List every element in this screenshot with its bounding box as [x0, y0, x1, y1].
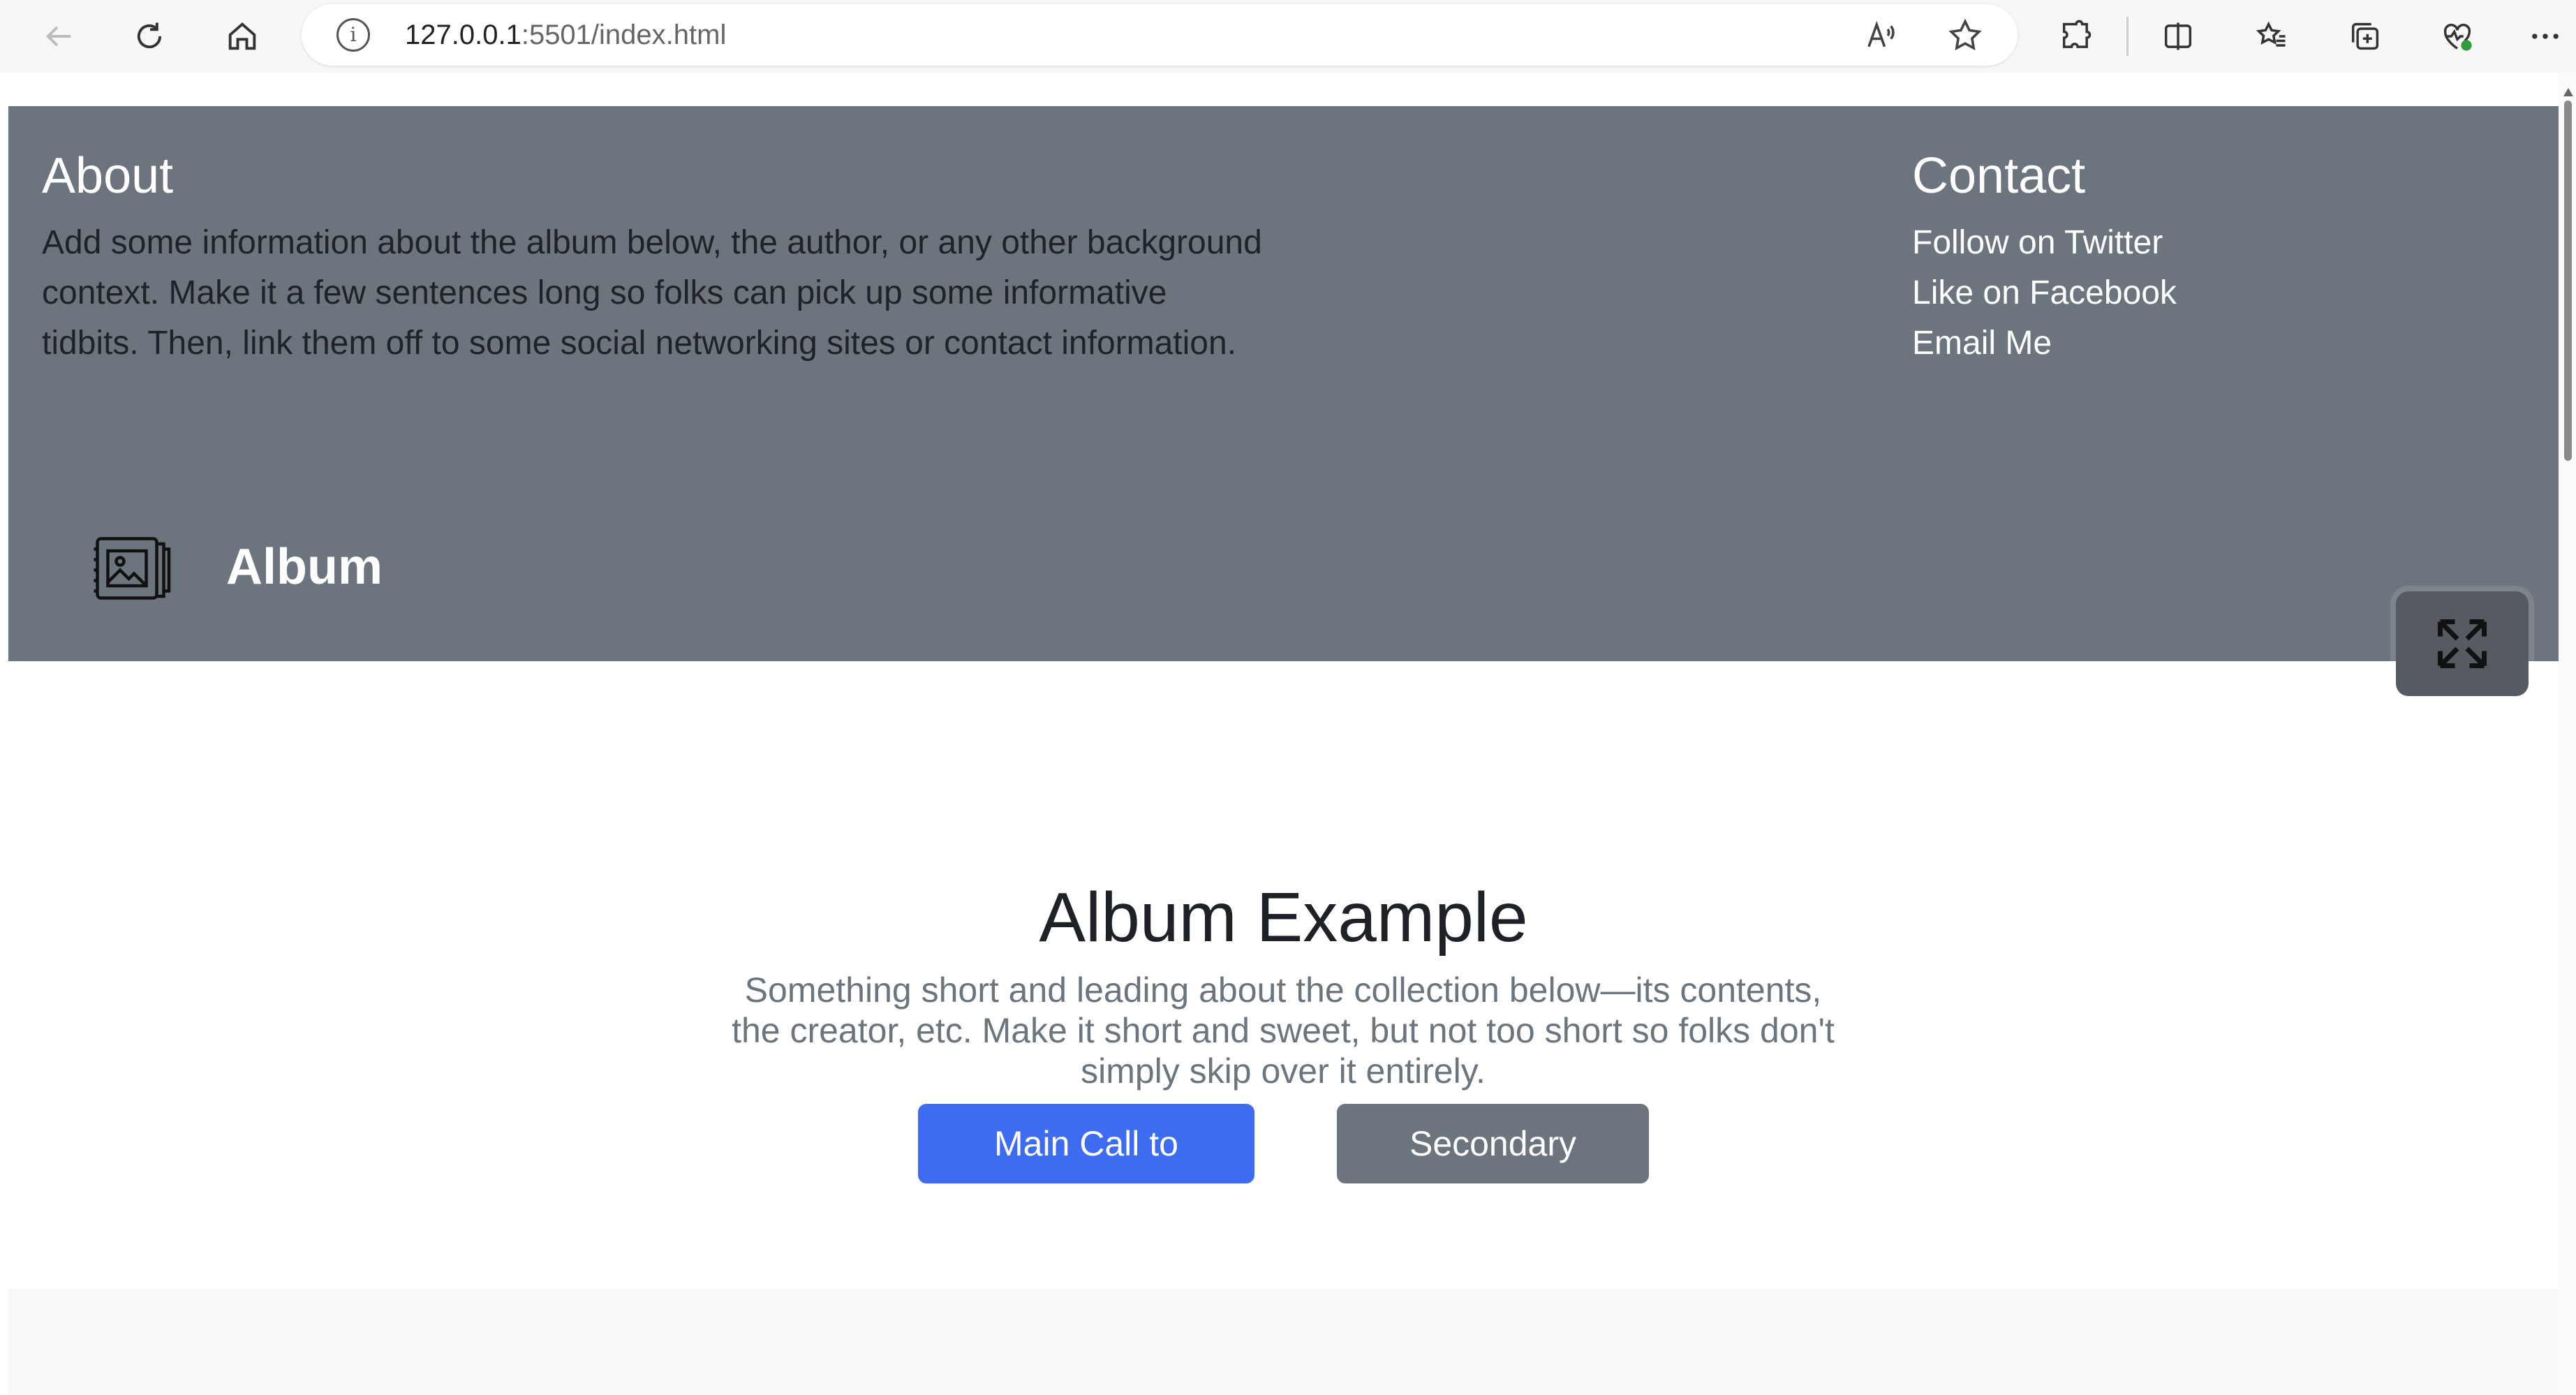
email-me-link[interactable]: Email Me [1912, 318, 2177, 369]
main-call-to-action-button[interactable]: Main Call to Action [918, 1104, 1254, 1243]
like-on-facebook-link[interactable]: Like on Facebook [1912, 268, 2177, 318]
browser-toolbar: i 127.0.0.1:5501/index.html [0, 0, 2576, 73]
browser-essentials-icon[interactable] [2436, 15, 2478, 57]
more-options-icon[interactable] [2524, 15, 2566, 57]
navbar-toggler-button[interactable] [2396, 591, 2529, 696]
contact-links: Follow on Twitter Like on Facebook Email… [1912, 218, 2177, 369]
url-host: 127.0.0.1 [405, 20, 521, 50]
page-scrollbar[interactable] [2559, 73, 2576, 1395]
scroll-up-arrow-icon[interactable] [2563, 88, 2573, 96]
album-icon[interactable] [92, 533, 176, 603]
collections-icon[interactable] [2344, 15, 2386, 57]
brand-title[interactable]: Album [226, 532, 383, 602]
favorites-icon[interactable] [2251, 15, 2293, 57]
split-screen-icon[interactable] [2157, 15, 2199, 57]
extensions-icon[interactable] [2055, 15, 2097, 57]
page-content: About Add some information about the alb… [8, 73, 2559, 1395]
url-text[interactable]: 127.0.0.1:5501/index.html [405, 18, 726, 52]
refresh-icon[interactable] [128, 15, 170, 57]
contact-title: Contact [1912, 148, 2086, 204]
site-info-icon[interactable]: i [336, 18, 370, 52]
secondary-action-button[interactable]: Secondary Action [1337, 1104, 1649, 1243]
home-icon[interactable] [221, 15, 263, 57]
collapsible-header: About Add some information about the alb… [8, 106, 2559, 696]
scrollbar-thumb[interactable] [2564, 101, 2572, 461]
hero-title: Album Example [1039, 878, 1528, 957]
about-text: Add some information about the album bel… [42, 224, 1262, 362]
hero-lead: Something short and leading about the co… [732, 970, 1835, 1091]
album-section-bg [8, 1288, 2559, 1395]
address-bar[interactable]: i 127.0.0.1:5501/index.html [302, 4, 2018, 66]
read-aloud-icon[interactable] [1863, 17, 1900, 54]
about-title: About [42, 148, 174, 204]
url-path: :5501/index.html [521, 20, 727, 50]
back-arrow-icon[interactable] [38, 15, 80, 57]
expand-arrows-icon [2438, 619, 2487, 668]
toolbar-divider [2126, 17, 2129, 56]
hero-buttons: Main Call to Action Secondary Action [8, 1104, 2559, 1243]
favorite-star-icon[interactable] [1946, 17, 1984, 54]
follow-on-twitter-link[interactable]: Follow on Twitter [1912, 218, 2177, 268]
